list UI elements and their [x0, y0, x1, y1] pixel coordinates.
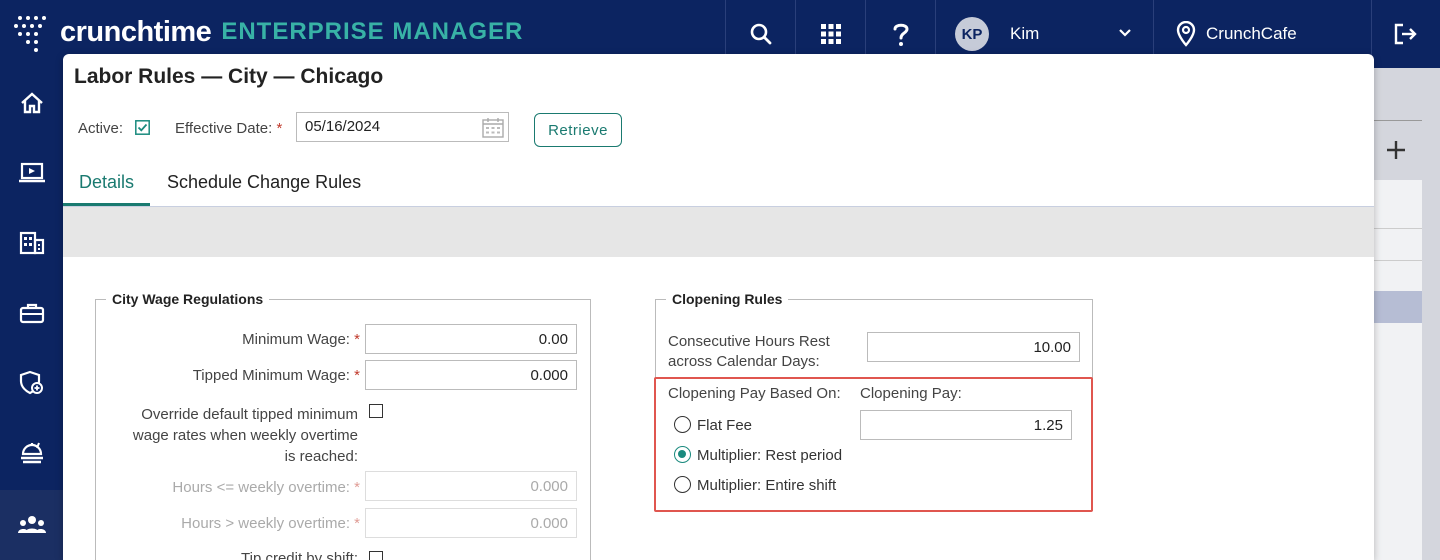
sidebar-item-building[interactable]	[0, 208, 63, 278]
product-name: ENTERPRISE MANAGER	[221, 18, 524, 45]
consecutive-hours-rest-label: Consecutive Hours Rest across Calendar Da…	[668, 333, 830, 370]
override-tipped-minimum-label: Override default tipped minimum wage rate…	[132, 406, 358, 465]
clopening-pay-based-on-label: Clopening Pay Based On:	[668, 385, 841, 402]
tab-schedule-change-rules[interactable]: Schedule Change Rules	[167, 172, 361, 193]
tipped-minimum-wage-input[interactable]: 0.000	[365, 360, 577, 390]
location-pin-icon	[1176, 21, 1196, 47]
radio-multiplier-entire-shift[interactable]	[674, 476, 691, 493]
clopening-pay-input[interactable]: 1.25	[860, 410, 1072, 440]
background-selected-row[interactable]	[1374, 291, 1422, 323]
logout-icon	[1394, 23, 1417, 45]
background-row-divider	[1374, 228, 1422, 229]
avatar: KP	[955, 17, 989, 51]
hours-le-overtime-label: Hours <= weekly overtime: *	[172, 479, 360, 496]
override-tipped-minimum-checkbox[interactable]	[369, 404, 383, 418]
food-icon	[20, 442, 43, 464]
background-list	[1374, 180, 1422, 560]
sidebar-item-food[interactable]	[0, 418, 63, 488]
sidebar-item-briefcase[interactable]	[0, 278, 63, 348]
clopening-legend: Clopening Rules	[666, 291, 789, 307]
laptop-icon	[18, 162, 45, 183]
radio-flat-fee-label[interactable]: Flat Fee	[697, 417, 752, 434]
city-wage-legend: City Wage Regulations	[106, 291, 270, 307]
tipped-minimum-wage-label: Tipped Minimum Wage: *	[192, 367, 360, 384]
briefcase-icon	[19, 303, 44, 324]
effective-date-label: Effective Date: *	[175, 120, 283, 137]
active-label: Active:	[78, 120, 124, 137]
brand-name: crunchtime	[60, 15, 212, 48]
toolbar-band	[63, 207, 1374, 257]
active-checkbox[interactable]	[135, 120, 150, 135]
sidebar-item-laptop[interactable]	[0, 138, 63, 208]
grid-icon	[820, 24, 841, 44]
hours-gt-overtime-input[interactable]: 0.000	[365, 508, 577, 538]
tab-bar: Details Schedule Change Rules	[63, 162, 1374, 207]
active-tab-indicator	[63, 203, 150, 206]
building-icon	[19, 231, 44, 255]
sidebar-item-people[interactable]	[0, 490, 63, 560]
home-icon	[20, 92, 43, 114]
tip-credit-label: Tip credit by shift:	[241, 550, 358, 560]
background-divider	[1374, 120, 1422, 121]
people-icon	[17, 516, 46, 533]
add-icon[interactable]	[1385, 137, 1407, 168]
calendar-icon[interactable]	[482, 117, 504, 139]
location-name: CrunchCafe	[1206, 24, 1297, 43]
logout-button[interactable]	[1371, 0, 1440, 68]
tab-details[interactable]: Details	[79, 172, 134, 193]
sidebar-item-shield[interactable]	[0, 348, 63, 418]
checkmark-icon	[135, 120, 150, 135]
shield-icon	[19, 370, 43, 395]
background-row-divider	[1374, 260, 1422, 261]
effective-date-input[interactable]: 05/16/2024	[296, 112, 509, 142]
radio-multiplier-rest-period-label[interactable]: Multiplier: Rest period	[697, 447, 842, 464]
radio-multiplier-rest-period[interactable]	[674, 446, 691, 463]
help-icon	[893, 23, 909, 46]
hours-le-overtime-input[interactable]: 0.000	[365, 471, 577, 501]
logo-dots-icon	[12, 12, 52, 52]
labor-rules-dialog: Labor Rules — City — Chicago Active: Eff…	[63, 54, 1374, 560]
radio-flat-fee[interactable]	[674, 416, 691, 433]
user-name: Kim	[1010, 24, 1040, 43]
consecutive-hours-rest-input[interactable]: 10.00	[867, 332, 1080, 362]
brand-logo[interactable]: crunchtime ENTERPRISE MANAGER	[12, 10, 523, 54]
minimum-wage-input[interactable]: 0.00	[365, 324, 577, 354]
clopening-pay-label: Clopening Pay:	[860, 385, 962, 402]
sidebar-item-home[interactable]	[0, 68, 63, 138]
radio-multiplier-entire-shift-label[interactable]: Multiplier: Entire shift	[697, 477, 836, 494]
retrieve-button[interactable]: Retrieve	[534, 113, 622, 147]
chevron-down-icon	[1119, 29, 1131, 37]
tip-credit-checkbox[interactable]	[369, 551, 383, 560]
dialog-title: Labor Rules — City — Chicago	[74, 65, 384, 88]
hours-gt-overtime-label: Hours > weekly overtime: *	[181, 515, 360, 532]
minimum-wage-label: Minimum Wage: *	[242, 331, 360, 348]
effective-date-value: 05/16/2024	[305, 118, 381, 135]
search-icon	[750, 23, 771, 45]
sidebar	[0, 68, 63, 560]
